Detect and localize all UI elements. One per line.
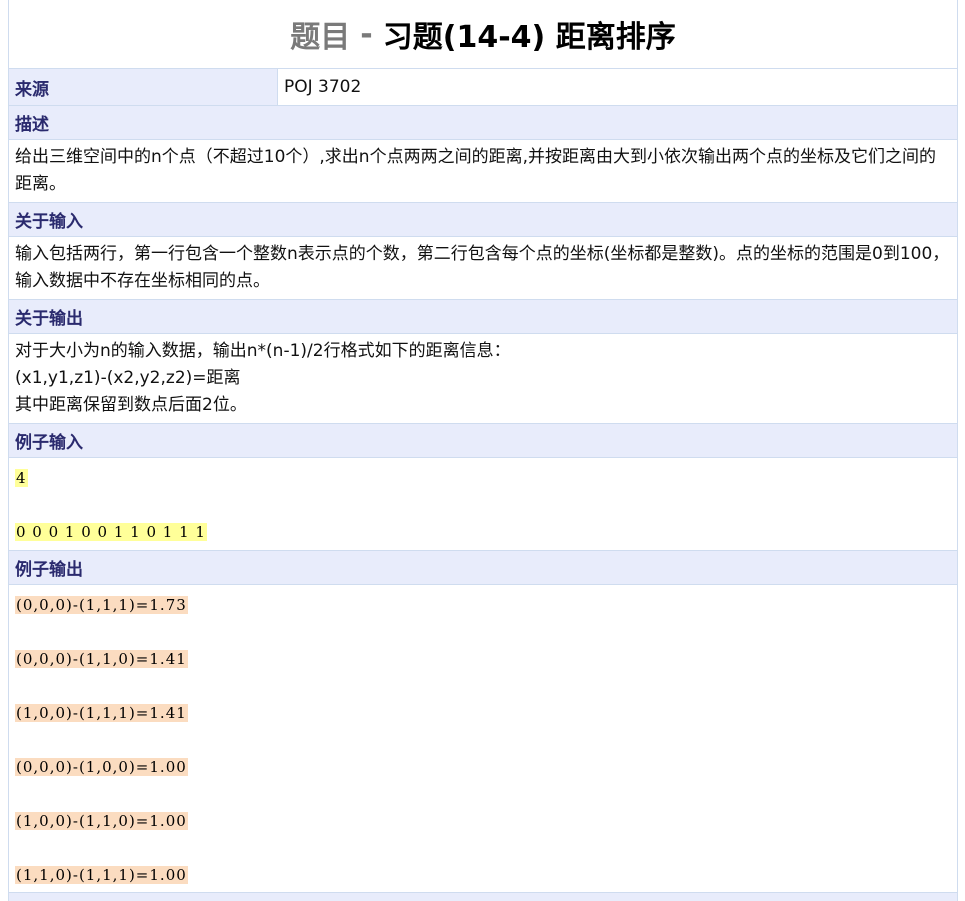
sample-output-body: (0,0,0)-(1,1,1)=1.73 (0,0,0)-(1,1,0)=1.4… bbox=[9, 585, 957, 893]
title-main: 习题(14-4) 距离排序 bbox=[382, 20, 676, 55]
sample-output-line: (1,0,0)-(1,1,1)=1.41 bbox=[15, 704, 188, 722]
input-spec-header: 关于输入 bbox=[9, 203, 957, 237]
output-spec-line: 对于大小为n的输入数据，输出n*(n-1)/2行格式如下的距离信息： bbox=[15, 341, 511, 361]
description-header: 描述 bbox=[9, 106, 957, 140]
problem-page: 题目 - 习题(14-4) 距离排序 来源 POJ 3702 描述 给出三维空间… bbox=[8, 0, 958, 901]
sample-input-line: 0 0 0 1 0 0 1 1 0 1 1 1 bbox=[15, 523, 207, 541]
input-spec-body: 输入包括两行，第一行包含一个整数n表示点的个数，第二行包含每个点的坐标(坐标都是… bbox=[9, 237, 957, 300]
output-spec-header: 关于输出 bbox=[9, 300, 957, 334]
page-title: 题目 - 习题(14-4) 距离排序 bbox=[9, 0, 957, 69]
sample-output-line: (0,0,0)-(1,0,0)=1.00 bbox=[15, 758, 188, 776]
sample-output-line: (1,1,0)-(1,1,1)=1.00 bbox=[15, 866, 188, 884]
output-spec-line: (x1,y1,z1)-(x2,y2,z2)=距离 bbox=[15, 368, 241, 388]
sample-input-line: 4 bbox=[15, 469, 28, 487]
title-separator: - bbox=[360, 16, 373, 52]
output-spec-body: 对于大小为n的输入数据，输出n*(n-1)/2行格式如下的距离信息： (x1,y… bbox=[9, 334, 957, 424]
sample-output-line: (0,0,0)-(1,1,1)=1.73 bbox=[15, 596, 188, 614]
next-section-strip bbox=[9, 892, 957, 901]
sample-input-body: 4 0 0 0 1 0 0 1 1 0 1 1 1 bbox=[9, 458, 957, 551]
title-prefix: 题目 bbox=[290, 20, 351, 55]
sample-output-line: (0,0,0)-(1,1,0)=1.41 bbox=[15, 650, 188, 668]
sample-input-header: 例子输入 bbox=[9, 424, 957, 458]
sample-output-header: 例子输出 bbox=[9, 551, 957, 585]
source-row: 来源 POJ 3702 bbox=[9, 69, 957, 106]
output-spec-line: 其中距离保留到数点后面2位。 bbox=[15, 395, 247, 415]
description-body: 给出三维空间中的n个点（不超过10个）,求出n个点两两之间的距离,并按距离由大到… bbox=[9, 140, 957, 203]
sample-output-line: (1,0,0)-(1,1,0)=1.00 bbox=[15, 812, 188, 830]
source-label: 来源 bbox=[9, 69, 278, 105]
source-value: POJ 3702 bbox=[284, 77, 362, 97]
